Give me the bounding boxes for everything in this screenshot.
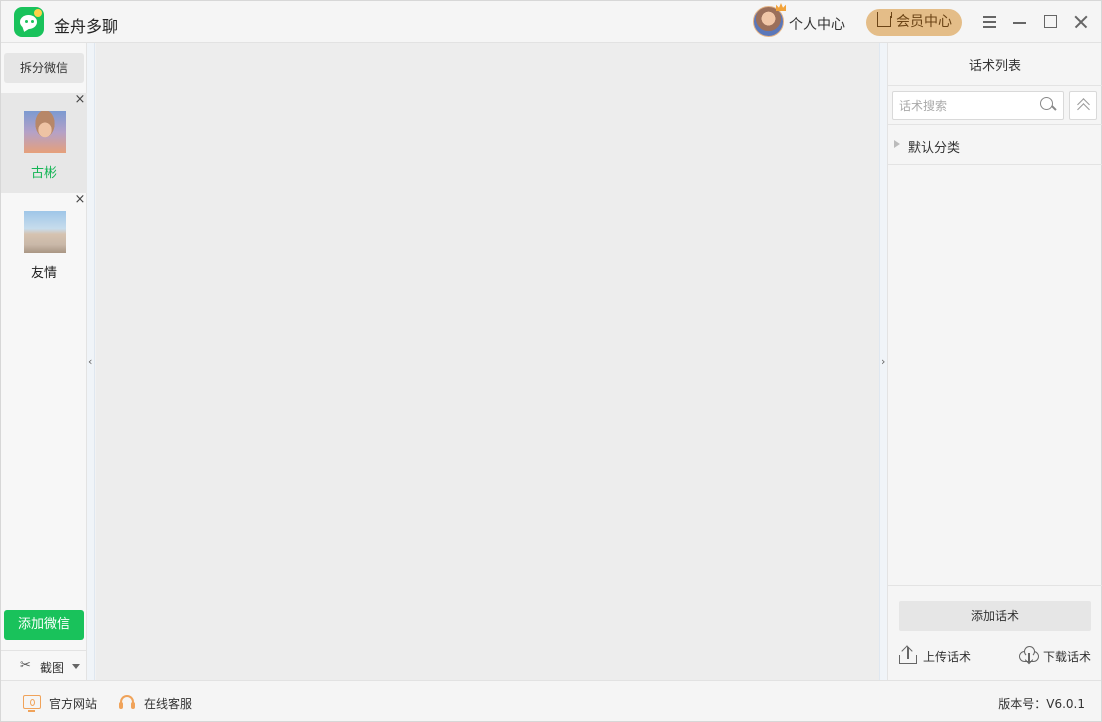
account-item[interactable]: 友情 × <box>1 193 87 293</box>
panel-footer: 添加话术 上传话术 下载话术 <box>888 585 1102 680</box>
account-avatar <box>24 111 66 153</box>
download-label: 下载话术 <box>1043 650 1092 664</box>
add-wechat-button[interactable]: 添加微信 <box>4 610 84 640</box>
monitor-icon <box>23 695 41 712</box>
split-wechat-button[interactable]: 拆分微信 <box>4 53 84 83</box>
close-account-icon[interactable]: × <box>74 93 86 107</box>
search-row <box>888 85 1102 125</box>
close-icon[interactable] <box>1072 12 1090 30</box>
user-avatar[interactable] <box>753 3 786 37</box>
account-name: 友情 <box>30 266 57 281</box>
screenshot-label: 截图 <box>40 661 65 675</box>
script-panel: 话术列表 默认分类 添加话术 上传话术 下载话术 <box>887 43 1102 680</box>
search-box <box>892 91 1064 120</box>
app-title: 金舟多聊 <box>54 17 119 36</box>
minimize-icon[interactable] <box>1011 12 1029 30</box>
app-logo-icon <box>14 7 44 37</box>
personal-center-link[interactable]: 个人中心 <box>789 14 845 34</box>
status-bar: 官方网站 在线客服 版本号：V6.0.1 <box>1 680 1101 721</box>
account-item[interactable]: 古彬 × <box>1 93 87 193</box>
scissors-icon: ✂ <box>20 658 31 673</box>
headset-icon <box>118 694 136 711</box>
chevron-down-icon[interactable] <box>72 664 80 669</box>
chevron-right-icon[interactable]: › <box>881 355 885 368</box>
maximize-icon[interactable] <box>1042 12 1060 30</box>
vip-center-button[interactable]: 会员中心 <box>866 9 962 36</box>
version-label: 版本号：V6.0.1 <box>998 697 1085 711</box>
account-name: 古彬 <box>30 166 57 181</box>
category-item[interactable]: 默认分类 <box>888 125 1102 165</box>
vip-center-label: 会员中心 <box>896 14 952 30</box>
chat-area <box>96 43 879 680</box>
website-label: 官方网站 <box>49 697 98 711</box>
upload-label: 上传话术 <box>923 650 972 664</box>
account-avatar <box>24 211 66 253</box>
script-search-input[interactable] <box>893 92 1033 119</box>
crown-badge-icon <box>776 3 786 11</box>
left-splitter[interactable]: ‹ <box>87 43 95 680</box>
category-label: 默认分类 <box>908 141 961 156</box>
collapse-all-button[interactable] <box>1069 91 1097 120</box>
service-label: 在线客服 <box>144 697 193 711</box>
cloud-download-icon <box>1018 646 1040 665</box>
upload-icon <box>898 645 918 665</box>
chevron-left-icon[interactable]: ‹ <box>88 355 92 368</box>
expand-triangle-icon <box>894 140 900 148</box>
screenshot-button[interactable]: ✂ 截图 <box>1 650 87 680</box>
add-script-button[interactable]: 添加话术 <box>899 601 1091 631</box>
panel-title: 话术列表 <box>968 59 1021 74</box>
account-sidebar: 拆分微信 古彬 × 友情 × 添加微信 ✂ 截图 <box>1 43 87 680</box>
crown-icon <box>877 12 892 27</box>
search-icon[interactable] <box>1040 97 1056 113</box>
app-window: 金舟多聊 个人中心 会员中心 拆分微信 古彬 × 友情 × 添加微信 ✂ 截图 <box>0 0 1102 722</box>
title-bar: 金舟多聊 个人中心 会员中心 <box>1 1 1101 43</box>
menu-icon[interactable] <box>981 12 999 30</box>
close-account-icon[interactable]: × <box>74 193 86 207</box>
right-splitter[interactable]: › <box>879 43 887 680</box>
